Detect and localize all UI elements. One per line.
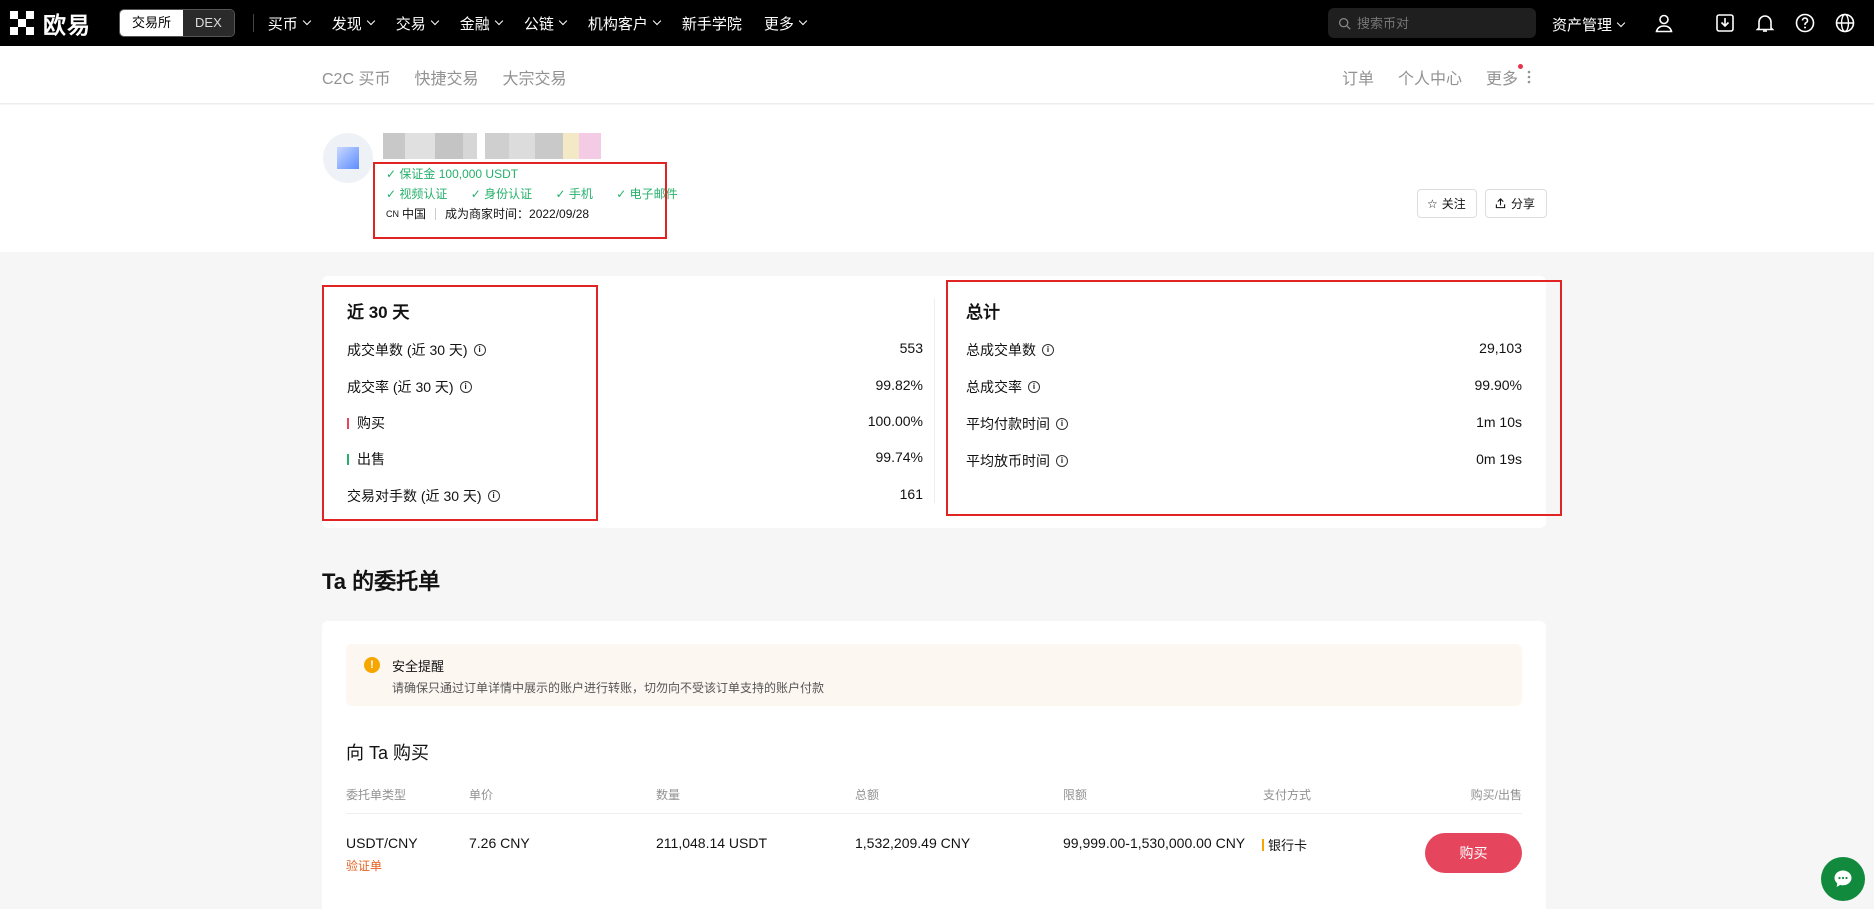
nav-academy[interactable]: 新手学院 bbox=[682, 13, 742, 34]
merchant-name-blurred bbox=[383, 133, 601, 159]
tab-express[interactable]: 快捷交易 bbox=[414, 65, 478, 89]
table-divider bbox=[346, 813, 1522, 814]
order-total: 1,532,209.49 CNY bbox=[855, 835, 971, 851]
nav-label: 交易 bbox=[395, 15, 426, 33]
chevron-down-icon bbox=[302, 16, 312, 26]
nav-more[interactable]: 更多 bbox=[763, 13, 808, 34]
chevron-down-icon bbox=[558, 16, 568, 26]
user-icon[interactable] bbox=[1652, 11, 1676, 35]
share-button[interactable]: 分享 bbox=[1485, 189, 1547, 218]
assets-label: 资产管理 bbox=[1552, 17, 1613, 34]
user-center-link[interactable]: 个人中心 bbox=[1398, 65, 1462, 89]
nav-divider bbox=[252, 14, 254, 32]
order-amount: 211,048.14 USDT bbox=[656, 835, 768, 851]
more-label: 更多 bbox=[1486, 64, 1524, 89]
okx-logo[interactable]: 欧易 bbox=[10, 6, 91, 40]
nav-label: 发现 bbox=[331, 15, 362, 33]
dex-tab[interactable]: DEX bbox=[183, 10, 234, 36]
order-pair: USDT/CNY bbox=[346, 835, 418, 851]
highlight-box-30d bbox=[322, 285, 598, 521]
more-menu[interactable]: 更多 bbox=[1486, 64, 1534, 89]
exchange-dex-switch[interactable]: 交易所 DEX bbox=[119, 9, 235, 37]
chevron-down-icon bbox=[1616, 18, 1626, 27]
avatar bbox=[323, 133, 373, 183]
tab-c2c-buy[interactable]: C2C 买币 bbox=[322, 65, 390, 89]
nav-buy-crypto[interactable]: 买币 bbox=[267, 13, 312, 34]
search-icon bbox=[1338, 17, 1351, 30]
orders-section-title: Ta 的委托单 bbox=[322, 569, 441, 594]
order-limit: 99,999.00-1,530,000.00 CNY bbox=[1063, 835, 1246, 851]
nav-chain[interactable]: 公链 bbox=[523, 13, 568, 34]
pair-search[interactable] bbox=[1328, 8, 1536, 38]
share-icon bbox=[1495, 198, 1506, 209]
chevron-down-icon bbox=[366, 16, 376, 26]
order-payment: 银行卡 bbox=[1262, 835, 1307, 854]
chevron-down-icon bbox=[430, 16, 440, 26]
highlight-box-total bbox=[946, 280, 1562, 516]
follow-label: 关注 bbox=[1441, 197, 1466, 211]
nav-label: 机构客户 bbox=[587, 15, 648, 33]
nav-label: 新手学院 bbox=[681, 15, 742, 33]
verified-order-tag: 验证单 bbox=[346, 859, 383, 873]
col-order-type: 委托单类型 bbox=[346, 788, 407, 802]
logo-text: 欧易 bbox=[43, 12, 91, 38]
globe-icon[interactable] bbox=[1833, 11, 1857, 35]
stat-value: 100.00% bbox=[867, 413, 923, 429]
logo-mark-icon bbox=[10, 11, 34, 35]
exchange-tab[interactable]: 交易所 bbox=[120, 10, 184, 36]
stat-value: 553 bbox=[899, 340, 923, 356]
nav-label: 更多 bbox=[763, 15, 794, 33]
help-icon[interactable] bbox=[1793, 11, 1817, 35]
merchant-profile: ✓ 保证金 100,000 USDT ✓ 视频认证 ✓ 身份认证 ✓ 手机 ✓ … bbox=[0, 105, 1874, 252]
chevron-down-icon bbox=[494, 16, 504, 26]
nav-label: 金融 bbox=[459, 15, 490, 33]
kebab-icon bbox=[1527, 70, 1531, 84]
alert-title: 安全提醒 bbox=[392, 659, 445, 674]
stat-value: 99.82% bbox=[875, 377, 923, 393]
nav-finance[interactable]: 金融 bbox=[459, 13, 504, 34]
col-total: 总额 bbox=[855, 788, 880, 802]
chat-icon bbox=[1834, 870, 1852, 887]
payment-label: 银行卡 bbox=[1268, 838, 1308, 853]
stats-divider bbox=[934, 298, 935, 503]
nav-discover[interactable]: 发现 bbox=[331, 13, 376, 34]
stat-value: 99.74% bbox=[875, 449, 923, 465]
star-icon: ☆ bbox=[1427, 196, 1438, 211]
security-alert: ! 安全提醒 请确保只通过订单详情中展示的账户进行转账，切勿向不受该订单支持的账… bbox=[346, 644, 1522, 706]
download-icon[interactable] bbox=[1713, 11, 1737, 35]
alert-text: 请确保只通过订单详情中展示的账户进行转账，切勿向不受该订单支持的账户付款 bbox=[392, 681, 825, 695]
col-amount: 数量 bbox=[656, 788, 681, 802]
buy-button[interactable]: 购买 bbox=[1425, 833, 1522, 873]
col-action: 购买/出售 bbox=[1470, 788, 1522, 802]
c2c-subnav: C2C 买币 快捷交易 大宗交易 订单 个人中心 更多 bbox=[0, 46, 1874, 104]
orders-link[interactable]: 订单 bbox=[1342, 65, 1374, 89]
chevron-down-icon bbox=[652, 16, 662, 26]
buy-from-heading: 向 Ta 购买 bbox=[346, 743, 430, 763]
search-input[interactable] bbox=[1357, 15, 1527, 31]
warning-icon: ! bbox=[364, 657, 380, 673]
nav-label: 买币 bbox=[267, 15, 298, 33]
col-limit: 限额 bbox=[1063, 788, 1088, 802]
chevron-down-icon bbox=[798, 16, 808, 26]
highlight-box-badges bbox=[373, 162, 667, 239]
col-price: 单价 bbox=[469, 788, 494, 802]
follow-button[interactable]: ☆ 关注 bbox=[1417, 189, 1477, 218]
order-price: 7.26 CNY bbox=[469, 835, 530, 851]
bell-icon[interactable] bbox=[1753, 11, 1777, 35]
stat-value: 161 bbox=[899, 486, 923, 502]
nav-trade[interactable]: 交易 bbox=[395, 13, 440, 34]
nav-label: 公链 bbox=[523, 15, 554, 33]
tab-block-trade[interactable]: 大宗交易 bbox=[502, 65, 566, 89]
orders-panel: ! 安全提醒 请确保只通过订单详情中展示的账户进行转账，切勿向不受该订单支持的账… bbox=[322, 621, 1546, 909]
nav-institutional[interactable]: 机构客户 bbox=[587, 13, 662, 34]
top-navbar: 欧易 交易所 DEX 买币 发现 交易 金融 公链 机构客户 新手学院 更多 资… bbox=[0, 0, 1874, 46]
col-payment: 支付方式 bbox=[1263, 788, 1312, 802]
share-label: 分享 bbox=[1511, 197, 1536, 211]
chat-support-button[interactable] bbox=[1821, 857, 1865, 901]
payment-bar bbox=[1262, 839, 1264, 851]
asset-management-menu[interactable]: 资产管理 bbox=[1552, 14, 1626, 35]
